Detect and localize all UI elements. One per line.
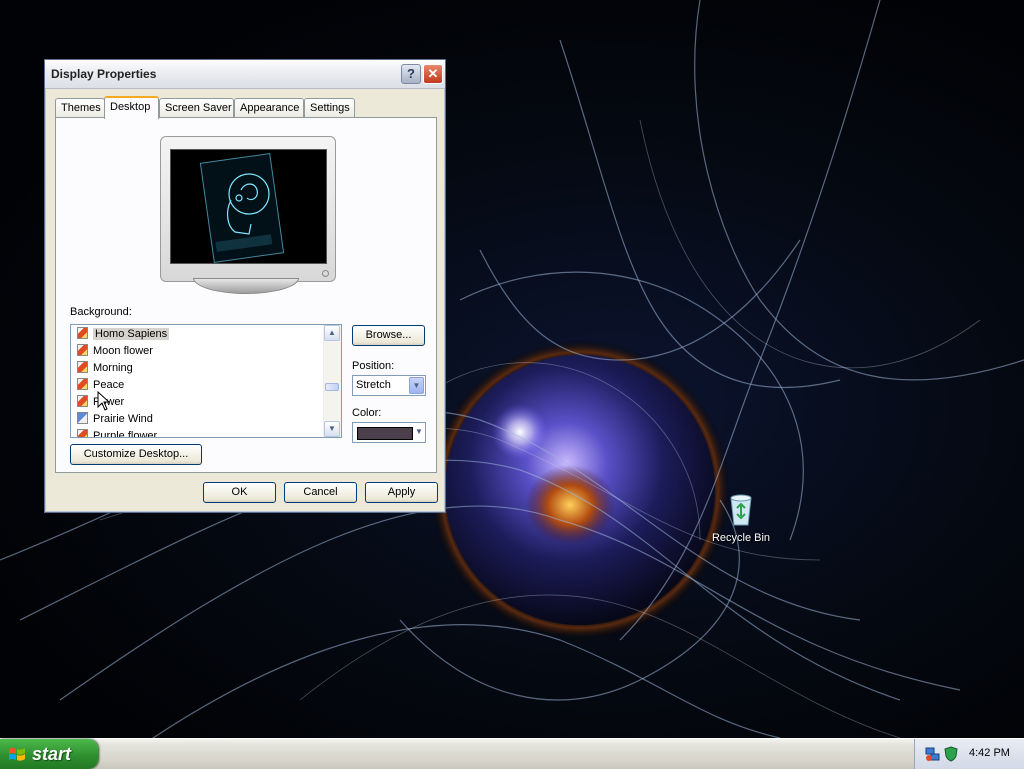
recycle-bin-label: Recycle Bin [711, 532, 771, 544]
tab-appearance[interactable]: Appearance [234, 98, 304, 117]
taskbar: start 4:42 PM [0, 738, 1024, 769]
network-icon[interactable] [925, 746, 941, 762]
background-label: Background: [70, 306, 132, 318]
list-item[interactable]: Morning [77, 360, 133, 377]
system-tray: 4:42 PM [914, 739, 1024, 769]
close-icon: ✕ [427, 66, 439, 81]
pencil-image-icon [77, 412, 88, 424]
titlebar[interactable]: Display Properties ? ✕ [45, 60, 445, 89]
dropdown-arrow-icon[interactable]: ▼ [414, 424, 424, 441]
start-label: start [32, 744, 72, 764]
list-item[interactable]: Homo Sapiens [77, 326, 170, 343]
image-icon [77, 378, 88, 390]
recycle-bin-shortcut[interactable]: Recycle Bin [706, 492, 776, 544]
color-picker[interactable]: ▼ [352, 422, 426, 443]
scroll-up-button[interactable]: ▲ [324, 325, 340, 341]
list-item[interactable]: Purple flower [77, 428, 157, 437]
position-select[interactable]: Stretch ▼ [352, 375, 426, 396]
position-value: Stretch [356, 379, 391, 391]
wallpaper-preview [170, 149, 327, 264]
list-scrollbar[interactable]: ▲ ▼ [323, 325, 341, 437]
start-button[interactable]: start [0, 739, 98, 769]
chevron-up-icon: ▲ [328, 328, 336, 337]
window-title: Display Properties [51, 67, 157, 81]
image-icon [77, 395, 88, 407]
close-button[interactable]: ✕ [423, 64, 443, 84]
cancel-button[interactable]: Cancel [284, 482, 357, 503]
image-icon [77, 429, 88, 437]
image-icon [77, 344, 88, 356]
tab-settings[interactable]: Settings [304, 98, 355, 117]
color-label: Color: [352, 407, 382, 419]
image-icon [77, 361, 88, 373]
tab-themes[interactable]: Themes [55, 98, 105, 117]
tab-screen-saver[interactable]: Screen Saver [159, 98, 234, 117]
desktop-tab-panel: Background: Homo Sapiens Moon flower Mor… [55, 117, 437, 473]
monitor-stand [193, 278, 299, 294]
display-properties-dialog: Display Properties ? ✕ Themes Desktop Sc… [44, 59, 446, 513]
power-led-icon [322, 270, 329, 277]
scroll-down-button[interactable]: ▼ [324, 421, 340, 437]
mouse-cursor-icon [97, 391, 111, 411]
background-list[interactable]: Homo Sapiens Moon flower Morning Peace P… [70, 324, 342, 438]
monitor-preview [160, 136, 336, 282]
scroll-thumb[interactable] [325, 383, 339, 391]
homer-xray-image [199, 153, 285, 263]
chevron-down-icon: ▼ [328, 424, 336, 433]
recycle-bin-icon [730, 494, 752, 526]
position-label: Position: [352, 360, 395, 372]
ok-button[interactable]: OK [203, 482, 276, 503]
color-swatch [357, 427, 413, 440]
windows-logo-icon [9, 747, 25, 761]
clock[interactable]: 4:42 PM [969, 747, 1010, 759]
tab-desktop[interactable]: Desktop [104, 96, 159, 119]
image-icon [77, 327, 88, 339]
security-shield-icon[interactable] [943, 746, 959, 762]
dropdown-arrow-icon[interactable]: ▼ [409, 377, 424, 394]
browse-button[interactable]: Browse... [352, 325, 425, 346]
list-item[interactable]: Moon flower [77, 343, 153, 360]
list-item[interactable]: Prairie Wind [77, 411, 153, 428]
customize-desktop-button[interactable]: Customize Desktop... [70, 444, 202, 465]
help-button[interactable]: ? [401, 64, 421, 84]
apply-button[interactable]: Apply [365, 482, 438, 503]
